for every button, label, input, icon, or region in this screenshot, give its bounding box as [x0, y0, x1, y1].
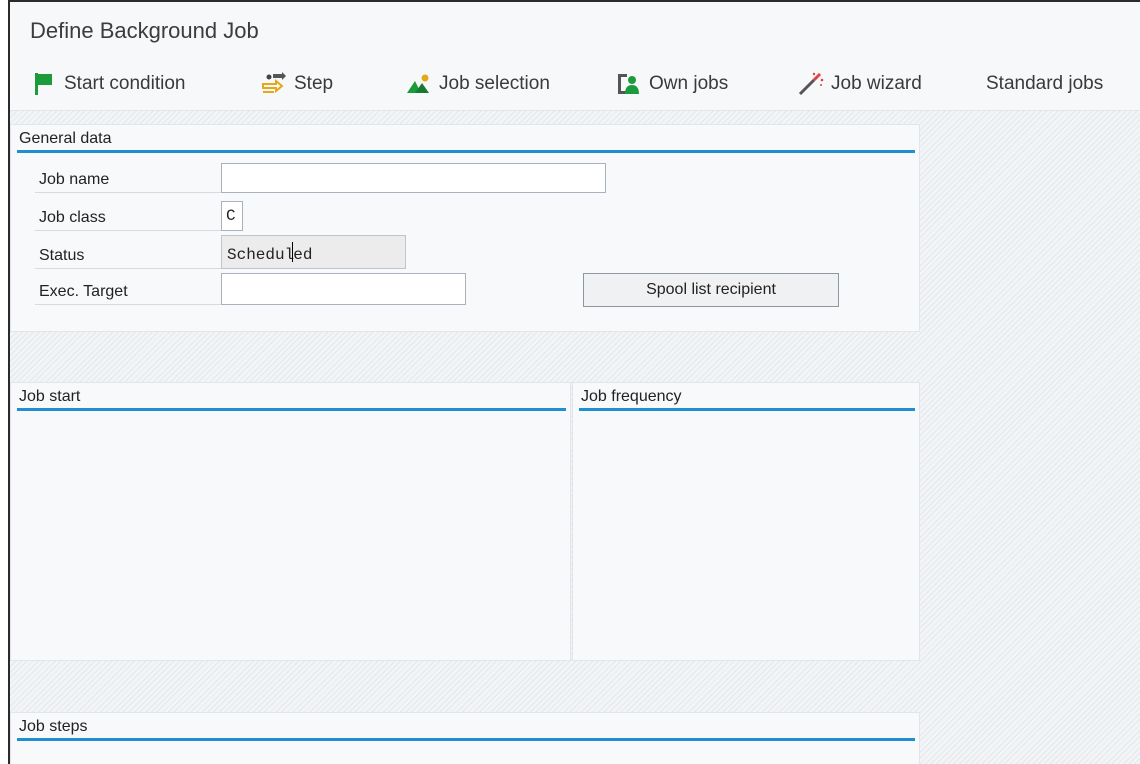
job-steps-heading: Job steps — [17, 713, 915, 741]
general-data-panel: General data Job name Job class C Status… — [10, 124, 920, 332]
sap-window: Define Background Job Start condition St… — [8, 0, 1140, 764]
job-steps-panel: Job steps — [10, 712, 920, 764]
spool-list-recipient-button[interactable]: Spool list recipient — [583, 273, 839, 307]
start-condition-button[interactable]: Start condition — [30, 70, 185, 98]
magic-wand-icon — [797, 71, 825, 97]
job-class-label: Job class — [35, 201, 221, 231]
own-jobs-button[interactable]: Own jobs — [615, 70, 728, 98]
job-class-input[interactable]: C — [221, 201, 243, 231]
title-bar: Define Background Job — [10, 0, 1140, 58]
green-flag-icon — [30, 71, 58, 97]
exec-target-input[interactable] — [221, 273, 466, 305]
own-jobs-person-icon — [615, 71, 643, 97]
job-start-panel: Job start — [10, 382, 571, 661]
job-name-label: Job name — [35, 163, 221, 193]
job-frequency-panel: Job frequency — [572, 382, 920, 661]
job-selection-icon — [405, 71, 433, 97]
status-field: Scheduled — [221, 235, 406, 269]
job-start-heading: Job start — [17, 383, 566, 411]
standard-jobs-button[interactable]: Standard jobs — [986, 70, 1103, 98]
step-arrows-icon — [260, 71, 288, 97]
general-data-heading: General data — [17, 125, 915, 153]
job-frequency-heading: Job frequency — [579, 383, 915, 411]
step-button[interactable]: Step — [260, 70, 333, 98]
application-toolbar: Start condition Step Job selection Own j… — [10, 58, 1140, 111]
exec-target-label: Exec. Target — [35, 275, 221, 305]
page-title: Define Background Job — [30, 18, 259, 43]
job-name-input[interactable] — [221, 163, 606, 193]
job-wizard-button[interactable]: Job wizard — [797, 70, 922, 98]
job-selection-button[interactable]: Job selection — [405, 70, 550, 98]
status-label: Status — [35, 239, 221, 269]
